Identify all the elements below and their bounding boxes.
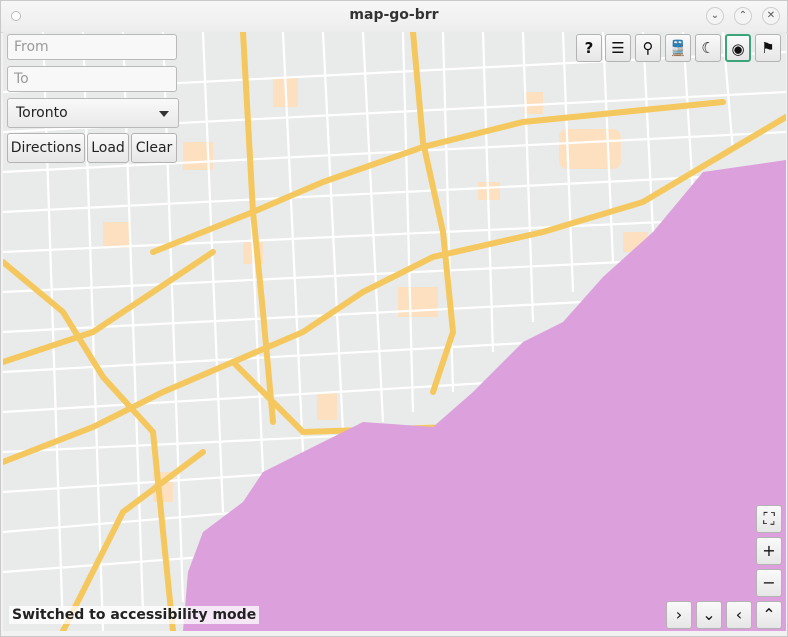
zoom-in-button[interactable]: + xyxy=(756,537,782,565)
window-title: map-go-brr xyxy=(349,7,439,23)
load-button[interactable]: Load xyxy=(87,133,129,163)
city-select[interactable]: Toronto xyxy=(7,98,179,128)
title-bar: map-go-brr ⌄ ⌃ ✕ xyxy=(1,1,787,33)
city-select-value: Toronto xyxy=(16,105,68,121)
clear-button[interactable]: Clear xyxy=(131,133,177,163)
from-input[interactable] xyxy=(7,34,177,60)
fullscreen-icon[interactable]: ⛶ xyxy=(756,505,782,533)
directions-button[interactable]: Directions xyxy=(7,133,85,163)
maximize-icon[interactable]: ⌃ xyxy=(734,7,752,25)
to-input[interactable] xyxy=(7,66,177,92)
help-icon[interactable]: ? xyxy=(576,34,602,62)
route-icon[interactable]: ⚑ xyxy=(755,34,781,62)
pan-down-button[interactable]: ⌄ xyxy=(696,601,722,629)
transit-icon[interactable]: 🚆 xyxy=(665,34,691,62)
map-pin-icon[interactable]: ⚲ xyxy=(635,34,661,62)
app-window: map-go-brr ⌄ ⌃ ✕ From To Toronto Directi… xyxy=(0,0,788,637)
pan-up-button[interactable]: ⌃ xyxy=(756,601,782,629)
pan-left-button[interactable]: ‹ xyxy=(726,601,752,629)
chevron-down-icon xyxy=(159,111,169,117)
pan-right-button[interactable]: › xyxy=(666,601,692,629)
list-icon[interactable]: ☰ xyxy=(605,34,631,62)
status-message: Switched to accessibility mode xyxy=(9,606,260,624)
minimize-icon[interactable]: ⌄ xyxy=(706,7,724,25)
zoom-out-button[interactable]: − xyxy=(756,569,782,597)
theme-icon[interactable]: ☾ xyxy=(695,34,721,62)
close-icon[interactable]: ✕ xyxy=(762,7,780,25)
accessibility-eye-icon[interactable]: ◉ xyxy=(725,34,751,62)
